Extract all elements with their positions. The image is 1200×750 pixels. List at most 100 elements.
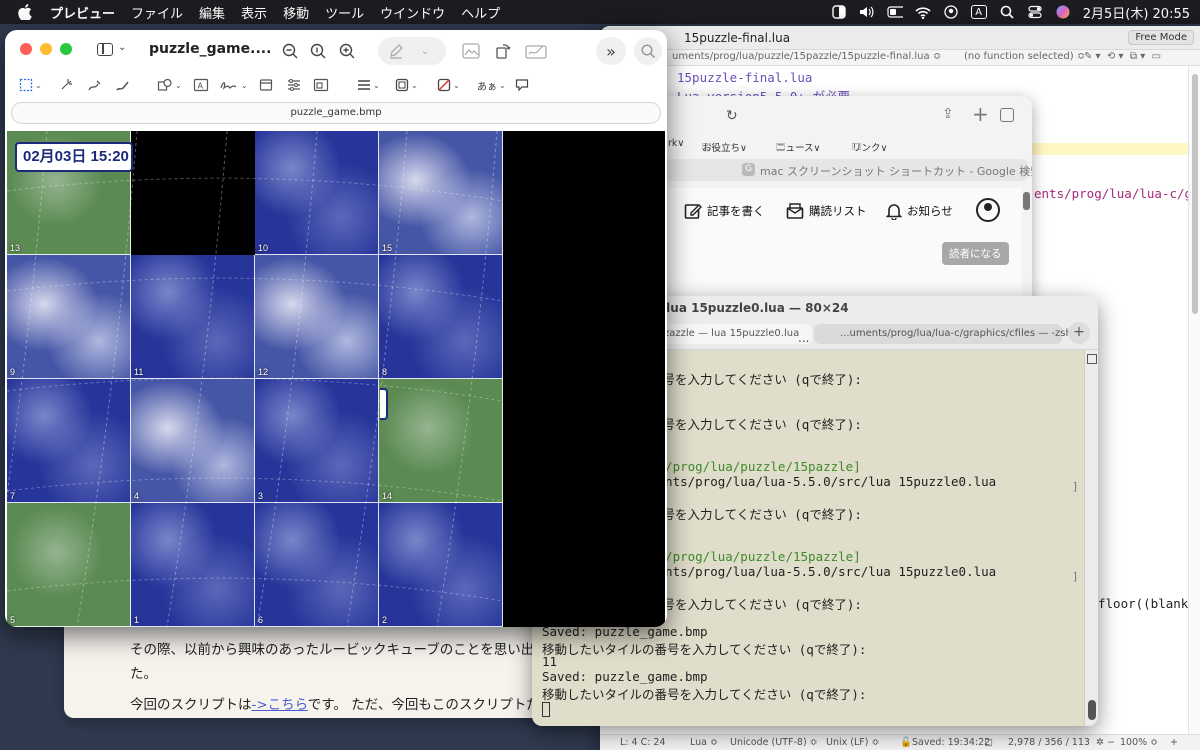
notifications-button[interactable]: お知らせ (886, 202, 953, 220)
puzzle-tile[interactable]: 5 (7, 503, 131, 627)
zoom-out-button[interactable] (279, 38, 301, 64)
tab-overview-icon[interactable] (1000, 108, 1014, 122)
zoom-in-button[interactable] (336, 38, 358, 64)
terminal-marks-icon[interactable] (1087, 354, 1097, 364)
menubar-clock[interactable]: 2月5日(木) 20:55 (1083, 3, 1190, 22)
sign-tool-button[interactable]: ⌄ (219, 78, 248, 92)
double-chevron-right-icon[interactable]: » (600, 38, 622, 64)
script-link[interactable]: ->こちら (252, 697, 308, 713)
adjust-image-icon[interactable] (458, 38, 484, 64)
language-popup[interactable]: Lua ≎ (690, 737, 718, 748)
sidebar-toggle-button[interactable]: ⌄ (97, 40, 129, 60)
puzzle-tile[interactable]: 15 (379, 131, 503, 255)
user-switch-icon[interactable] (943, 5, 959, 19)
spotlight-search-icon[interactable] (999, 5, 1015, 19)
rotate-icon[interactable] (491, 38, 515, 64)
puzzle-tile[interactable]: 3 (255, 379, 379, 503)
puzzle-image[interactable]: 13 10 15 9 11 12 8 7 4 3 14 5 1 6 2 02月03日 15:20 (7, 131, 665, 627)
menu-file[interactable]: ファイル (131, 3, 183, 22)
chevron-down-icon[interactable]: ⌄ (415, 38, 435, 64)
sketch-tool-button[interactable] (87, 78, 103, 92)
browser-scrollbar[interactable] (1023, 192, 1030, 210)
terminal-tab-zsh[interactable]: ...uments/prog/lua/lua-c/graphics/cfiles… (814, 324, 1072, 344)
terminal-scrollbar[interactable] (1084, 350, 1098, 726)
puzzle-tile[interactable]: 1 (131, 503, 255, 627)
tile-number: 5 (10, 615, 16, 625)
menu-edit[interactable]: 編集 (199, 3, 225, 22)
draw-tool-button[interactable] (115, 78, 131, 92)
border-style-button[interactable]: ⌄ (357, 78, 380, 92)
zoom-out-icon[interactable]: − (1107, 737, 1115, 748)
shapes-button[interactable]: ⌄ (157, 78, 182, 92)
siri-icon[interactable] (1055, 5, 1071, 19)
puzzle-tile[interactable]: 11 (131, 255, 255, 379)
border-color-button[interactable]: ⌄ (395, 78, 418, 92)
note-tool-button[interactable] (259, 78, 273, 92)
puzzle-tile[interactable]: 12 (255, 255, 379, 379)
comment-button[interactable] (515, 78, 529, 92)
bookmark-folder[interactable]: rk∨ (668, 138, 684, 149)
resize-icon (313, 78, 329, 92)
actual-size-button[interactable] (307, 38, 329, 64)
subscribe-button[interactable]: 読者になる (942, 242, 1009, 265)
text-tool-button[interactable]: A (193, 78, 209, 92)
menu-app-preview[interactable]: プレビュー (50, 3, 115, 22)
file-path-popup[interactable]: uments/prog/lua/puzzle/15pazzle/15puzzle… (672, 51, 941, 62)
puzzle-tile[interactable]: 2 (379, 503, 503, 627)
settings-icon[interactable]: ✲ (1096, 737, 1104, 748)
address-bar[interactable]: G mac スクリーンショット ショートカット - Google 検索 (664, 159, 1032, 181)
new-terminal-tab-button[interactable]: + (1068, 322, 1090, 344)
encoding-popup[interactable]: Unicode (UTF-8) ≎ (730, 737, 818, 748)
terminal-scroll-thumb[interactable] (1088, 700, 1096, 720)
puzzle-tile[interactable]: 10 (255, 131, 379, 255)
text-box-icon: A (193, 78, 209, 92)
puzzle-tile[interactable]: 14 (379, 379, 503, 503)
fill-color-button[interactable]: ⌄ (437, 78, 460, 92)
zoom-in-icon[interactable]: + (1170, 737, 1178, 748)
puzzle-tile[interactable]: 4 (131, 379, 255, 503)
menu-tools[interactable]: ツール (325, 3, 364, 22)
function-popup[interactable]: (no function selected) ≎ (964, 51, 1085, 62)
puzzle-tile[interactable]: 9 (7, 255, 131, 379)
selection-tool-button[interactable]: ⌄ (19, 78, 42, 92)
subscription-list-button[interactable]: 購読リスト (786, 202, 867, 220)
editor-scrollbar[interactable] (1188, 66, 1200, 746)
free-mode-button[interactable]: Free Mode (1128, 30, 1194, 45)
editor-scroll-thumb[interactable] (1192, 74, 1198, 314)
editor-nav-icons[interactable]: ✎ ▾ ⟲ ▾ ⧉ ▾ ▭ (1084, 51, 1161, 62)
stage-manager-icon[interactable] (831, 5, 847, 19)
share-icon[interactable]: ⇪ (942, 106, 954, 122)
zoom-level[interactable]: 100% ≎ (1120, 737, 1158, 748)
menu-view[interactable]: 表示 (241, 3, 267, 22)
apple-menu-icon[interactable] (14, 3, 36, 21)
adjust-size-button[interactable] (313, 78, 329, 92)
puzzle-tile[interactable]: 7 (7, 379, 131, 503)
volume-icon[interactable] (859, 5, 875, 19)
control-center-icon[interactable] (1027, 5, 1043, 19)
adjust-color-button[interactable] (287, 78, 301, 92)
zoom-window-button[interactable] (60, 43, 72, 55)
reload-icon[interactable]: ↻ (726, 108, 738, 124)
write-article-button[interactable]: 記事を書く (684, 202, 765, 220)
menu-window[interactable]: ウインドウ (380, 3, 445, 22)
terminal-tab-lua[interactable]: zazzle — lua 15puzzle0.lua (648, 324, 812, 344)
wifi-icon[interactable] (915, 5, 931, 19)
puzzle-tile[interactable]: 8 (379, 255, 503, 379)
document-title[interactable]: puzzle_game.... (149, 41, 271, 57)
puzzle-tile[interactable]: 6 (255, 503, 379, 627)
search-icon[interactable] (637, 38, 659, 64)
menu-help[interactable]: ヘルプ (461, 3, 500, 22)
input-mode-icon[interactable]: A (970, 5, 987, 19)
markup-pen-icon[interactable] (384, 38, 408, 64)
battery-icon[interactable] (887, 5, 903, 19)
minimize-window-button[interactable] (40, 43, 52, 55)
instant-alpha-button[interactable] (59, 78, 73, 92)
text-style-button[interactable]: あぁ ⌄ (477, 78, 506, 93)
terminal-tab-overflow[interactable]: ... (798, 328, 809, 348)
signature-icon[interactable] (521, 38, 551, 64)
line-endings-popup[interactable]: Unix (LF) ≎ (826, 737, 879, 748)
menu-go[interactable]: 移動 (283, 3, 309, 22)
user-avatar-icon[interactable] (976, 198, 1000, 222)
close-window-button[interactable] (20, 43, 32, 55)
new-tab-icon[interactable]: + (972, 102, 989, 126)
